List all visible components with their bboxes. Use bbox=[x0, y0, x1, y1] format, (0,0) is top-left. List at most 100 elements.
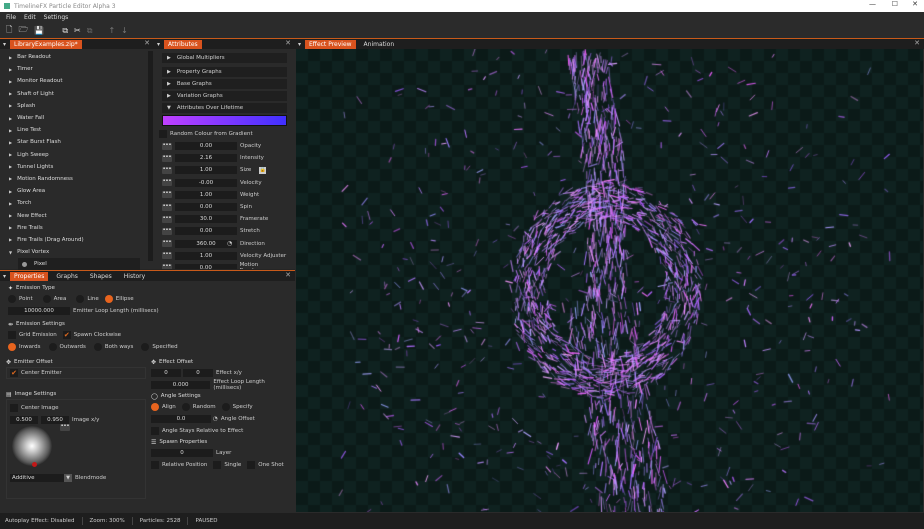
attribute-value-input[interactable]: 0.00 bbox=[175, 227, 237, 236]
tab-shapes[interactable]: Shapes bbox=[86, 272, 116, 281]
tab-library[interactable]: LibraryExamples.zip* bbox=[10, 39, 82, 49]
paste-icon[interactable]: ⧉ bbox=[87, 26, 93, 36]
graph-options-button[interactable]: ••• bbox=[162, 154, 172, 162]
effect-loop-input[interactable]: 0.000 bbox=[151, 381, 211, 389]
library-item[interactable]: ▶ Glow Area bbox=[0, 185, 148, 197]
tab-graphs[interactable]: Graphs bbox=[52, 272, 82, 281]
attribute-value-input[interactable]: -0.00 bbox=[175, 178, 237, 187]
particle-image-preview[interactable] bbox=[12, 426, 52, 466]
library-item[interactable]: ▶ Star Burst Flash bbox=[0, 136, 148, 148]
collapsed-arrow-icon[interactable]: ▶ bbox=[9, 128, 12, 133]
tab-effect-preview[interactable]: Effect Preview bbox=[305, 39, 356, 49]
library-item[interactable]: ▶ Motion Randomness bbox=[0, 173, 148, 185]
library-item[interactable]: ▶ Ligh Sweep bbox=[0, 149, 148, 161]
radio-specify[interactable] bbox=[221, 403, 230, 411]
library-child-item[interactable]: Pixel bbox=[18, 258, 140, 271]
center-image-checkbox[interactable] bbox=[10, 404, 18, 412]
single-checkbox[interactable] bbox=[213, 461, 222, 469]
attribute-value-input[interactable]: 1.00 bbox=[175, 251, 237, 260]
attribute-value-input[interactable]: 30.0 bbox=[175, 215, 237, 224]
maximize-button[interactable]: ☐ bbox=[892, 0, 898, 8]
graph-options-button[interactable]: ••• bbox=[162, 191, 172, 199]
collapsed-arrow-icon[interactable]: ▶ bbox=[9, 237, 12, 242]
open-icon[interactable]: 🗁 bbox=[18, 24, 28, 38]
library-item[interactable]: ▼ Pixel Vortex bbox=[0, 246, 148, 258]
library-item[interactable]: ▶ Fire Trails bbox=[0, 222, 148, 234]
attribute-section[interactable]: ▶ Variation Graphs bbox=[162, 91, 287, 101]
close-icon[interactable]: ✕ bbox=[914, 39, 920, 47]
one-shot-checkbox[interactable] bbox=[247, 461, 256, 469]
center-emitter-checkbox[interactable]: ✔ bbox=[10, 369, 18, 377]
attribute-value-input[interactable]: 1.00 bbox=[175, 190, 237, 199]
blendmode-select[interactable]: Additive bbox=[10, 474, 64, 482]
menu-icon[interactable]: ▾ bbox=[157, 41, 160, 48]
graph-options-button[interactable]: ••• bbox=[162, 215, 172, 223]
collapsed-arrow-icon[interactable]: ▶ bbox=[9, 152, 12, 157]
library-item[interactable]: ▶ Bar Readout bbox=[0, 51, 148, 63]
library-item[interactable]: ▶ New Effect bbox=[0, 209, 148, 221]
radio-align[interactable] bbox=[151, 403, 159, 411]
attribute-value-input[interactable]: 0.00 bbox=[175, 203, 237, 212]
library-item[interactable]: ▶ Splash bbox=[0, 100, 148, 112]
tab-history[interactable]: History bbox=[120, 272, 149, 281]
menu-icon[interactable]: ▾ bbox=[298, 41, 301, 48]
library-item[interactable]: ▶ Line Test bbox=[0, 124, 148, 136]
relative-position-checkbox[interactable] bbox=[151, 461, 159, 469]
graph-options-button[interactable]: ••• bbox=[162, 179, 172, 187]
collapsed-arrow-icon[interactable]: ▶ bbox=[9, 55, 12, 60]
colour-gradient[interactable] bbox=[162, 115, 287, 126]
attribute-value-input[interactable]: 2.16 bbox=[175, 154, 237, 163]
radio-point[interactable] bbox=[8, 295, 16, 303]
collapsed-arrow-icon[interactable]: ▶ bbox=[9, 201, 12, 206]
attribute-value-input[interactable]: 0.00 bbox=[174, 263, 237, 269]
expanded-arrow-icon[interactable]: ▼ bbox=[9, 250, 12, 255]
scrollbar[interactable] bbox=[148, 51, 153, 261]
dial-icon[interactable]: ◔ bbox=[213, 416, 218, 422]
library-item[interactable]: ▶ Water Fall bbox=[0, 112, 148, 124]
emitter-loop-length-input[interactable]: 10000.000 bbox=[8, 307, 70, 315]
radio-line[interactable] bbox=[76, 295, 85, 303]
radio-area[interactable] bbox=[42, 295, 51, 303]
attribute-section[interactable]: ▶ Property Graphs bbox=[162, 67, 287, 77]
collapsed-arrow-icon[interactable]: ▶ bbox=[9, 164, 12, 169]
menu-settings[interactable]: Settings bbox=[44, 14, 69, 21]
minimize-button[interactable]: — bbox=[869, 0, 876, 8]
menu-icon[interactable]: ▾ bbox=[3, 41, 6, 48]
spawn-clockwise-checkbox[interactable]: ✔ bbox=[62, 331, 71, 339]
library-item[interactable]: ▶ Timer bbox=[0, 63, 148, 75]
radio-inwards[interactable] bbox=[8, 343, 16, 351]
collapsed-arrow-icon[interactable]: ▶ bbox=[9, 213, 12, 218]
close-button[interactable]: ✕ bbox=[912, 0, 918, 8]
random-colour-checkbox[interactable] bbox=[159, 130, 167, 138]
layer-input[interactable]: 0 bbox=[151, 449, 213, 457]
collapsed-arrow-icon[interactable]: ▶ bbox=[9, 189, 12, 194]
close-icon[interactable]: ✕ bbox=[285, 39, 291, 47]
chevron-down-icon[interactable]: ▼ bbox=[64, 474, 72, 482]
radio-both-ways[interactable] bbox=[93, 343, 102, 351]
close-icon[interactable]: ✕ bbox=[144, 39, 150, 47]
image-options-button[interactable]: ••• bbox=[60, 424, 70, 431]
attribute-value-input[interactable]: 1.00 bbox=[175, 166, 237, 175]
collapsed-arrow-icon[interactable]: ▶ bbox=[9, 140, 12, 145]
collapsed-arrow-icon[interactable]: ▶ bbox=[9, 103, 12, 108]
effect-x-input[interactable]: 0 bbox=[151, 369, 181, 377]
attribute-value-input[interactable]: 0.00 bbox=[175, 142, 237, 151]
dial-icon[interactable]: ◔ bbox=[227, 240, 237, 247]
library-item[interactable]: ▶ Tunnel Lights bbox=[0, 161, 148, 173]
graph-options-button[interactable]: ••• bbox=[162, 203, 172, 211]
menu-icon[interactable]: ▾ bbox=[3, 273, 6, 280]
graph-options-button[interactable]: ••• bbox=[162, 142, 172, 150]
graph-options-button[interactable]: ••• bbox=[162, 227, 172, 235]
save-icon[interactable]: 💾 bbox=[34, 26, 44, 35]
collapsed-arrow-icon[interactable]: ▶ bbox=[9, 225, 12, 230]
collapsed-arrow-icon[interactable]: ▶ bbox=[9, 67, 12, 72]
particle-canvas[interactable] bbox=[296, 49, 923, 512]
angle-relative-checkbox[interactable] bbox=[151, 427, 159, 435]
graph-options-button[interactable]: ••• bbox=[162, 252, 172, 260]
library-item[interactable]: ▶ Fire Trails (Drag Around) bbox=[0, 234, 148, 246]
menu-file[interactable]: File bbox=[6, 14, 16, 21]
handle-marker[interactable] bbox=[32, 462, 37, 467]
copy-icon[interactable]: ⧉ bbox=[62, 26, 68, 36]
collapsed-arrow-icon[interactable]: ▶ bbox=[9, 116, 12, 121]
radio-random[interactable] bbox=[181, 403, 190, 411]
